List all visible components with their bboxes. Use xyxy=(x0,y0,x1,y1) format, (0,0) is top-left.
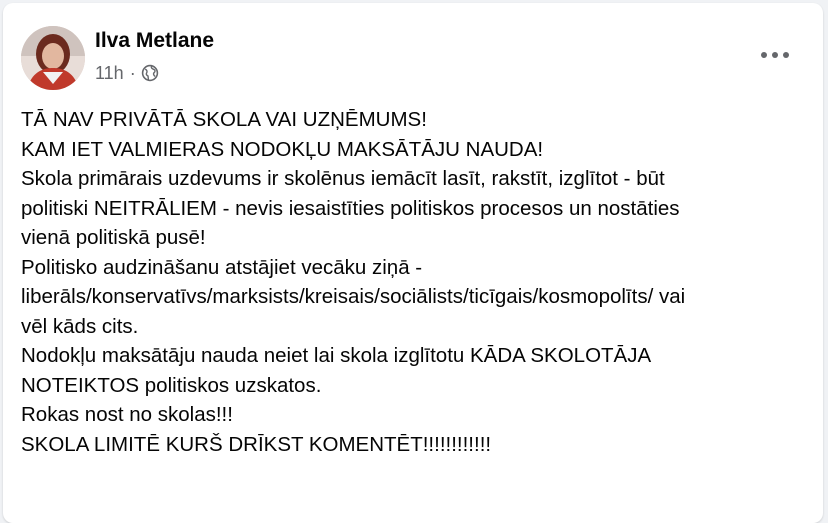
post-time[interactable]: 11h xyxy=(95,63,124,84)
post-text-line: Politisko audzināšanu atstājiet vecāku z… xyxy=(21,255,423,279)
post-meta: 11h · xyxy=(95,61,159,85)
post-text-line: vienā politiskā pusē! xyxy=(21,226,206,249)
post-text-line: vēl kāds cits. xyxy=(21,314,139,338)
post-text-line: Skola primārais uzdevums ir skolēnus iem… xyxy=(21,167,665,190)
post-header: Ilva Metlane 11h · xyxy=(3,3,823,93)
more-options-icon xyxy=(761,52,789,58)
post-text: TĀ NAV PRIVĀTĀ SKOLA VAI UZŅĒMUMS! KAM I… xyxy=(21,105,811,459)
post-text-line: SKOLA LIMITĒ KURŠ DRĪKST KOMENTĒT!!!!!!!… xyxy=(21,432,492,456)
post-text-line: NOTEIKTOS politiskos uzskatos. xyxy=(21,373,322,397)
author-name[interactable]: Ilva Metlane xyxy=(95,29,214,53)
post-text-line: liberāls/konservatīvs/marksists/kreisais… xyxy=(21,285,686,308)
globe-icon[interactable] xyxy=(141,64,159,82)
more-options-button[interactable] xyxy=(751,37,799,73)
post-card: Ilva Metlane 11h · TĀ NAV PRIVĀTĀ SKOLA … xyxy=(3,3,823,523)
avatar-image xyxy=(21,26,85,90)
post-text-line: politiski NEITRĀLIEM - nevis iesaistītie… xyxy=(21,196,680,220)
post-text-line: TĀ NAV PRIVĀTĀ SKOLA VAI UZŅĒMUMS! xyxy=(21,108,427,131)
meta-separator: · xyxy=(129,62,136,83)
post-text-line: KAM IET VALMIERAS NODOKĻU MAKSĀTĀJU NAUD… xyxy=(21,137,544,161)
post-text-line: Nodokļu maksātāju nauda neiet lai skola … xyxy=(21,344,652,367)
post-text-line: Rokas nost no skolas!!! xyxy=(21,403,233,426)
avatar[interactable] xyxy=(21,26,85,90)
